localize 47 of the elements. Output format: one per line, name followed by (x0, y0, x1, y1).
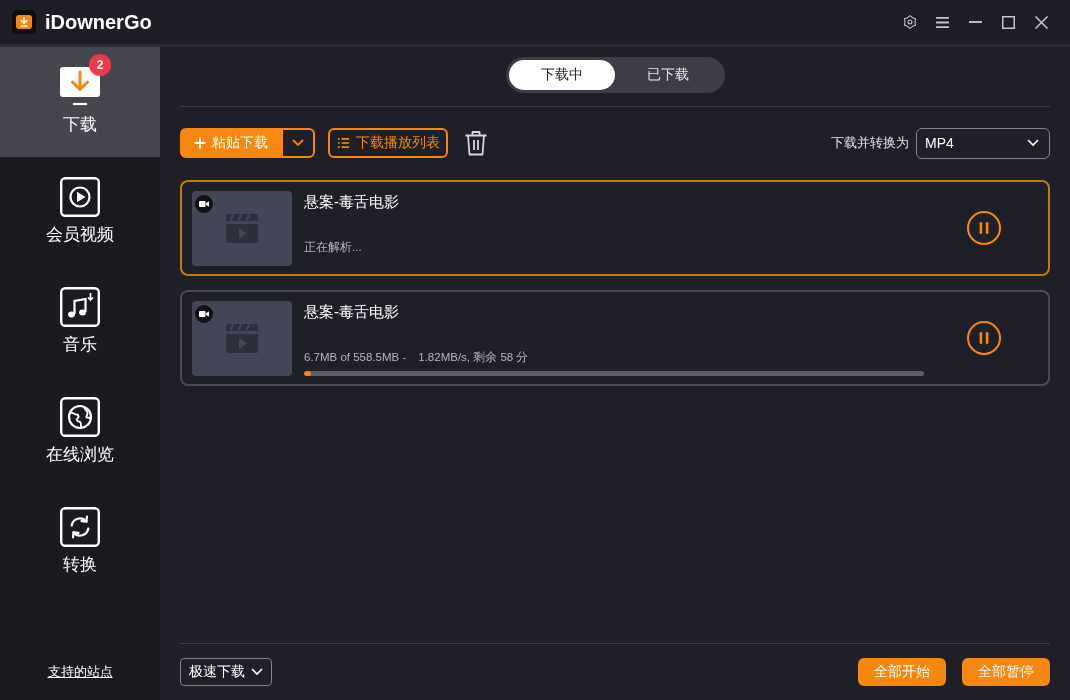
list-icon (336, 137, 350, 149)
minimize-icon (969, 21, 982, 23)
menu-icon (936, 16, 949, 28)
video-camera-icon (195, 304, 213, 323)
download-status: 正在解析... (304, 239, 362, 255)
sidebar-item[interactable]: 会员视频 (0, 157, 160, 267)
app-title: iDownerGo (45, 10, 152, 34)
download-title: 悬案-毒舌电影 (304, 301, 399, 322)
pause-icon (967, 211, 1001, 245)
tab[interactable]: 下载中 (508, 60, 615, 90)
refresh-arrows-icon (60, 507, 100, 547)
chevron-down-icon (1027, 139, 1039, 147)
trash-icon (464, 130, 488, 156)
delete-button[interactable] (464, 130, 488, 156)
tab[interactable]: 已下载 (614, 60, 721, 90)
chevron-down-icon (292, 139, 304, 147)
app-logo-icon (12, 10, 36, 34)
format-select[interactable]: MP4 (916, 127, 1050, 159)
download-item[interactable]: 悬案-毒舌电影 6.7MB of 558.5MB - 1.82MB/s, 剩余 58 分 (180, 290, 1050, 386)
sidebar-item[interactable]: 转换 (0, 487, 160, 597)
plus-icon (193, 137, 206, 149)
download-size: 6.7MB of 558.5MB - (304, 349, 407, 365)
speed-mode-select[interactable]: 极速下载 (180, 658, 272, 686)
maximize-icon (1002, 15, 1015, 29)
pause-icon (967, 321, 1001, 355)
pause-button[interactable] (967, 321, 1001, 355)
settings-icon (901, 14, 918, 30)
sidebar-item[interactable]: 音乐 (0, 267, 160, 377)
sidebar-item[interactable]: 2 下载 (0, 47, 160, 157)
globe-icon (60, 397, 100, 437)
close-icon (1035, 15, 1048, 29)
sidebar-item[interactable]: 在线浏览 (0, 377, 160, 487)
dropdown-button[interactable] (281, 128, 315, 158)
notification-badge: 2 (89, 54, 111, 76)
music-note-icon (60, 287, 100, 327)
convert-format-label: 下载并转换为 (831, 134, 909, 152)
supported-sites-link[interactable]: 支持的站点 (47, 663, 113, 681)
chevron-down-icon (251, 668, 263, 676)
download-title: 悬案-毒舌电影 (304, 191, 399, 212)
download-speed: 1.82MB/s, 剩余 58 分 (418, 349, 529, 365)
clapperboard-icon (226, 323, 258, 353)
pause-button[interactable] (967, 211, 1001, 245)
video-camera-icon (195, 194, 213, 213)
monitor-download-icon (60, 67, 100, 107)
download-item[interactable]: 悬案-毒舌电影 正在解析... (180, 180, 1050, 276)
clapperboard-icon (226, 213, 258, 243)
download-playlist-button[interactable]: 下载播放列表 (328, 128, 448, 158)
